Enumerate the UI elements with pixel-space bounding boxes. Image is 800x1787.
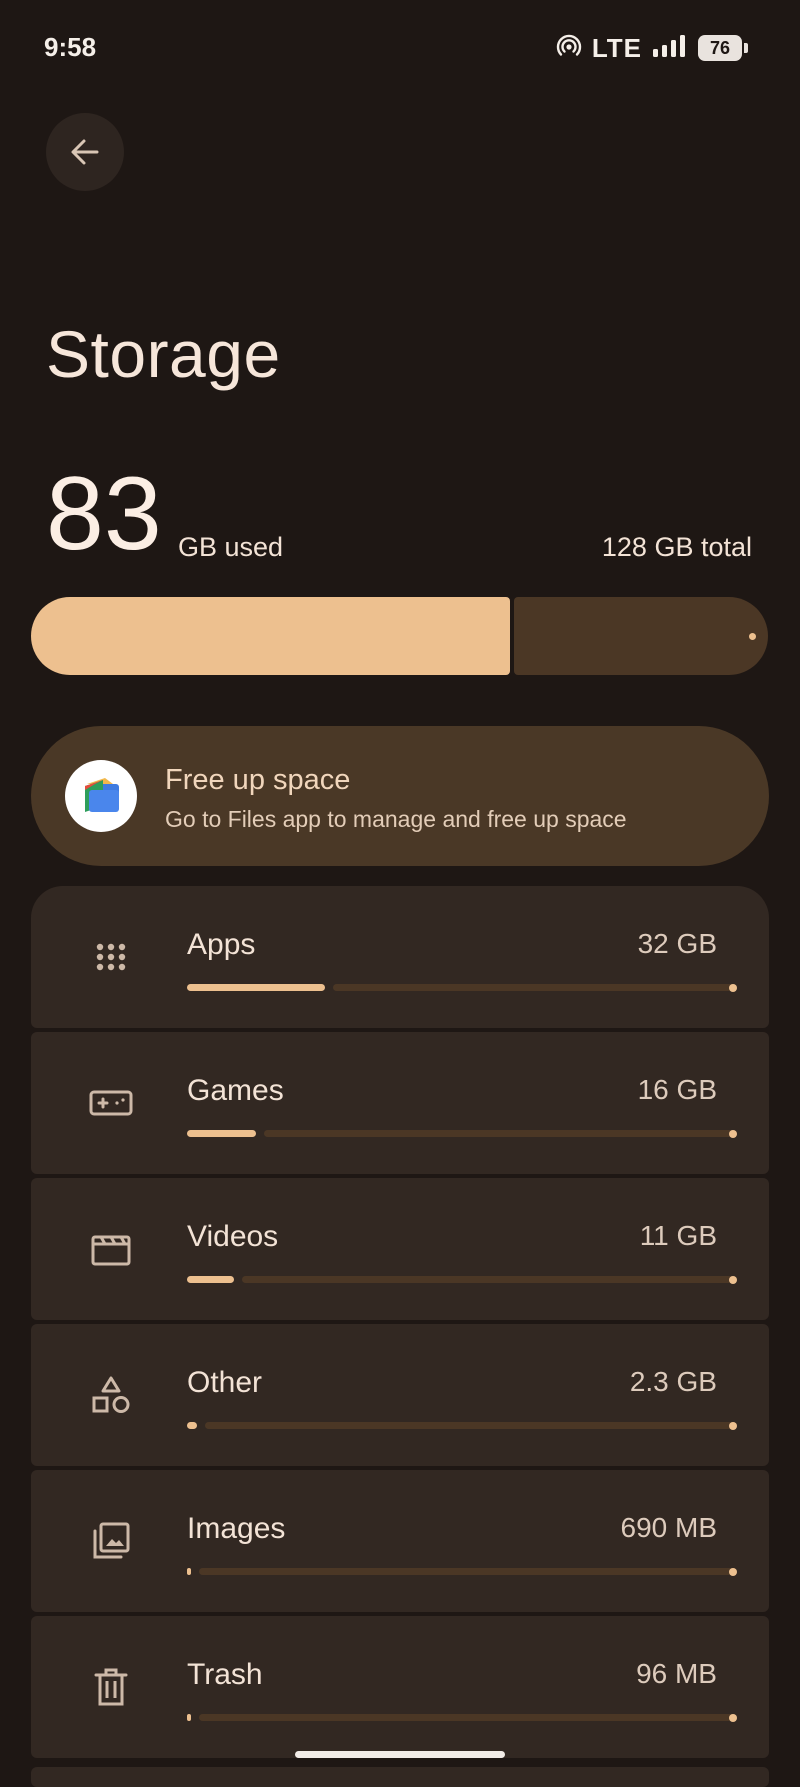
category-other[interactable]: Other 2.3 GB [31,1324,769,1466]
status-icons: LTE 76 [556,30,748,66]
category-usage-fill [187,1130,256,1137]
next-list-item-peek [31,1767,769,1787]
category-size: 2.3 GB [629,1366,717,1397]
category-usage-track [199,1713,737,1722]
total-storage-label: 128 GB total [601,532,752,562]
storage-bar-end-dot [749,633,756,640]
images-icon [89,1519,133,1563]
category-usage-fill [187,1568,191,1575]
network-type: LTE [591,32,642,63]
page-title: Storage [46,317,281,391]
category-usage-fill [187,1714,191,1721]
battery-icon: 76 [698,35,748,61]
category-usage-track [242,1275,737,1284]
back-button[interactable] [46,113,124,191]
category-videos[interactable]: Videos 11 GB [31,1178,769,1320]
files-app-icon [65,760,137,832]
category-usage-fill [187,984,325,991]
gamepad-icon [89,1081,133,1125]
category-usage-bar [187,1129,737,1138]
free-up-space-card[interactable]: Free up space Go to Files app to manage … [31,726,769,866]
category-usage-bar [187,1713,737,1722]
movie-clapper-icon [89,1227,133,1271]
apps-grid-icon [89,935,133,979]
category-usage-track [199,1567,737,1576]
category-label: Images [187,1512,286,1545]
status-time: 9:58 [44,32,97,62]
shapes-icon [89,1373,133,1417]
category-label: Videos [187,1220,279,1253]
free-up-space-subtitle: Go to Files app to manage and free up sp… [165,806,627,832]
storage-free-track [514,597,768,675]
category-size: 96 MB [636,1658,717,1689]
category-images[interactable]: Images 690 MB [31,1470,769,1612]
category-label: Games [187,1074,284,1107]
arrow-left-icon [71,139,99,165]
trash-icon [89,1665,133,1709]
category-trash[interactable]: Trash 96 MB [31,1616,769,1758]
category-usage-track [333,983,737,992]
signal-icon [652,34,688,63]
category-usage-fill [187,1276,234,1283]
category-usage-track [205,1421,737,1430]
status-bar: 9:58 LTE 76 [0,0,800,96]
used-unit-label: GB used [178,532,284,562]
category-usage-bar [187,1275,737,1284]
category-apps[interactable]: Apps 32 GB [31,886,769,1028]
free-up-space-title: Free up space [165,764,351,796]
category-label: Other [187,1366,263,1399]
category-size: 16 GB [637,1074,717,1105]
category-size: 11 GB [639,1220,717,1251]
category-usage-bar [187,1421,737,1430]
category-usage-track [264,1129,737,1138]
storage-usage-bar [31,597,768,675]
battery-level: 76 [698,35,742,61]
category-games[interactable]: Games 16 GB [31,1032,769,1174]
category-usage-bar [187,1567,737,1576]
category-label: Apps [187,928,256,961]
home-indicator[interactable] [295,1751,505,1758]
used-amount: 83 [46,456,162,572]
category-size: 32 GB [637,928,717,959]
storage-used-fill [31,597,510,675]
category-size: 690 MB [620,1512,718,1543]
category-usage-fill [187,1422,197,1429]
category-label: Trash [187,1658,263,1691]
hotspot-icon [556,33,582,64]
category-usage-bar [187,983,737,992]
